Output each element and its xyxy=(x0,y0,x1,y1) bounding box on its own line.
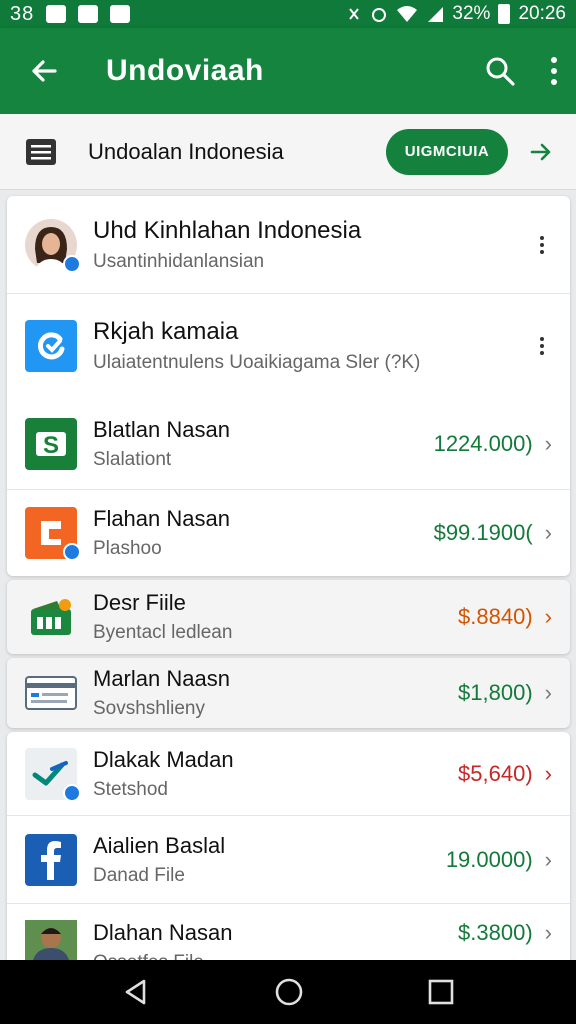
item-title: Flahan Nasan xyxy=(93,506,230,531)
list-card: Marlan Naasn Sovshshlieny $1,800) › xyxy=(7,658,570,728)
item-subtitle: Stetshod xyxy=(93,778,168,800)
wifi-icon xyxy=(397,6,418,22)
app-icon-wrap xyxy=(25,667,77,719)
item-amount: $99.1900( xyxy=(433,520,533,545)
app-icon-wrap xyxy=(25,833,77,886)
item-more-icon[interactable] xyxy=(540,235,544,254)
verified-badge-icon xyxy=(63,543,81,561)
action-pill-button[interactable]: UIGMCIUIA xyxy=(386,128,508,175)
chevron-right-icon: › xyxy=(544,604,552,629)
item-title: Marlan Naasn xyxy=(93,666,230,691)
nav-home-icon[interactable] xyxy=(274,977,304,1007)
nav-back-icon[interactable] xyxy=(122,978,150,1006)
forward-button[interactable] xyxy=(526,137,556,167)
app-bar: Undoviaah xyxy=(0,28,576,114)
chevron-right-icon: › xyxy=(544,846,552,872)
item-title: Dlahan Nasan xyxy=(93,920,233,945)
facebook-icon xyxy=(25,833,77,886)
list-card: Uhd Kinhlahan Indonesia Usantinhidanlans… xyxy=(7,196,570,576)
app-icon-wrap xyxy=(25,320,77,372)
item-amount: $5,640) xyxy=(458,760,533,786)
list-item[interactable]: Dlakak Madan Stetshod $5,640) › xyxy=(7,732,570,816)
green-s-app-icon: S xyxy=(25,417,77,470)
page-title: Undoviaah xyxy=(106,54,264,87)
item-subtitle: Ulaiatentnulens Uoaikiagama Sler (?K) xyxy=(93,352,421,373)
item-subtitle: Usantinhidanlansian xyxy=(93,250,265,272)
item-amount: $.8840) xyxy=(458,604,533,629)
arrow-back-icon xyxy=(32,60,57,82)
overflow-menu-icon[interactable] xyxy=(550,56,558,86)
item-more-icon[interactable] xyxy=(540,337,544,355)
list-card: Dlakak Madan Stetshod $5,640) › Aialien … xyxy=(7,732,570,973)
notification-icon xyxy=(46,5,67,23)
clock: 20:26 xyxy=(518,3,566,24)
list-menu-icon xyxy=(26,138,56,165)
item-subtitle: Sovshshlieny xyxy=(93,698,205,719)
section-title: Undoalan Indonesia xyxy=(88,138,284,164)
card-icon xyxy=(25,667,77,719)
item-title: Uhd Kinhlahan Indonesia xyxy=(93,216,362,244)
nav-recents-icon[interactable] xyxy=(428,979,454,1005)
blue-app-icon xyxy=(25,320,77,372)
app-icon-wrap: S xyxy=(25,417,77,470)
list-item[interactable]: Flahan Nasan Plashoo $99.1900( › xyxy=(7,490,570,576)
item-title: Aialien Baslal xyxy=(93,832,226,858)
menu-button[interactable] xyxy=(24,137,58,167)
chevron-right-icon: › xyxy=(544,760,552,786)
list-item[interactable]: Uhd Kinhlahan Indonesia Usantinhidanlans… xyxy=(7,196,570,294)
battery-icon xyxy=(498,4,511,24)
item-subtitle: Slalationt xyxy=(93,448,172,470)
list-item[interactable]: Desr Fiile Byentacl ledlean $.8840) › xyxy=(7,580,570,654)
list-item[interactable]: Aialien Baslal Danad File 19.0000) › xyxy=(7,816,570,904)
item-title: Dlakak Madan xyxy=(93,746,234,772)
signal-icon xyxy=(428,7,444,22)
avatar xyxy=(25,218,81,273)
app-icon-wrap xyxy=(25,747,81,802)
item-amount: $.3800) xyxy=(458,920,533,945)
chevron-right-icon: › xyxy=(544,920,552,945)
item-title: Desr Fiile xyxy=(93,590,186,615)
gallery-icon xyxy=(110,5,131,23)
list-item[interactable]: Rkjah kamaia Ulaiatentnulens Uoaikiagama… xyxy=(7,294,570,398)
list-item[interactable]: S Blatlan Nasan Slalationt 1224.000) › xyxy=(7,398,570,490)
mute-icon xyxy=(349,8,360,20)
battery-percent: 32% xyxy=(452,3,491,24)
chevron-right-icon: › xyxy=(544,430,552,456)
verified-badge-icon xyxy=(63,783,81,802)
list-item[interactable]: Marlan Naasn Sovshshlieny $1,800) › xyxy=(7,658,570,728)
person-photo-avatar-icon xyxy=(25,920,77,960)
app-icon-wrap xyxy=(25,591,77,643)
message-icon xyxy=(78,5,99,23)
item-title: Blatlan Nasan xyxy=(93,416,230,442)
item-title: Rkjah kamaia xyxy=(93,318,239,345)
chevron-right-icon: › xyxy=(544,680,552,705)
alarm-icon xyxy=(372,8,387,22)
green-wallet-icon xyxy=(25,591,77,643)
section-header: Undoalan Indonesia UIGMCIUIA xyxy=(0,114,576,190)
arrow-forward-icon xyxy=(530,143,551,160)
item-subtitle: Plashoo xyxy=(93,538,162,559)
list-item[interactable]: Dlahan Nasan Ossetfes File $.3800) › xyxy=(7,904,570,973)
system-nav-bar xyxy=(0,960,576,1024)
item-amount: 1224.000) xyxy=(433,430,533,456)
chevron-right-icon: › xyxy=(544,520,552,545)
status-bar: 38 32% 20:26 xyxy=(0,0,576,28)
item-subtitle: Byentacl ledlean xyxy=(93,622,233,643)
svg-text:S: S xyxy=(43,432,59,459)
item-amount: $1,800) xyxy=(458,680,533,705)
search-icon[interactable] xyxy=(484,55,516,87)
item-amount: 19.0000) xyxy=(445,846,533,872)
verified-badge-icon xyxy=(63,254,81,273)
list-card: Desr Fiile Byentacl ledlean $.8840) › xyxy=(7,580,570,654)
avatar xyxy=(25,920,77,960)
back-button[interactable] xyxy=(22,49,66,93)
item-subtitle: Danad File xyxy=(93,864,185,886)
app-icon-wrap xyxy=(25,507,81,561)
status-left-number: 38 xyxy=(10,2,35,25)
